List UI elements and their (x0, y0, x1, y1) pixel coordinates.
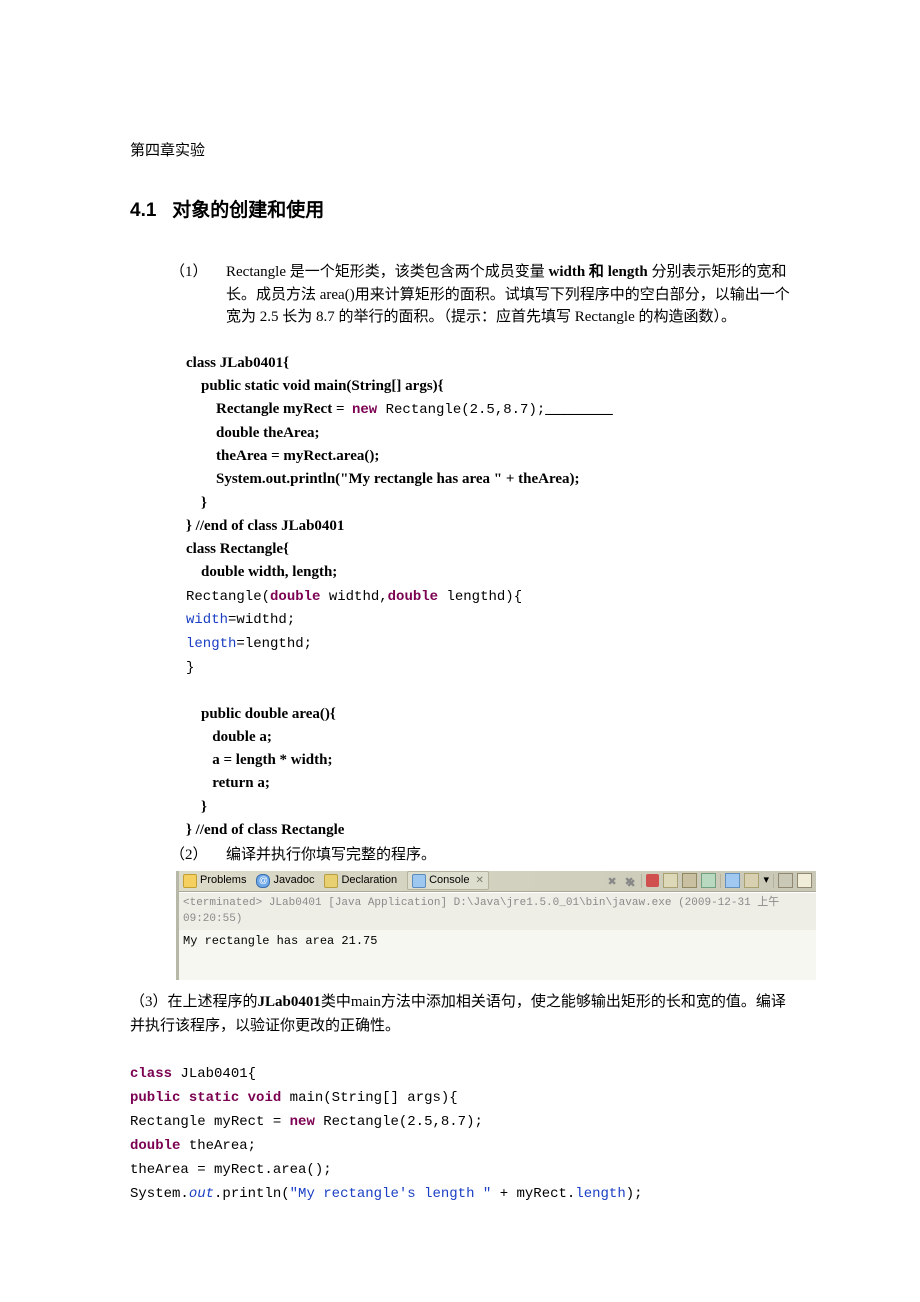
code-line: public double area(){ (186, 706, 336, 722)
question-2-number: （2） (170, 844, 226, 867)
code-line: System.out.println("My rectangle has are… (186, 471, 580, 487)
field-width: width (186, 612, 228, 628)
code-line: Rectangle myRect = (186, 401, 352, 417)
code-line: } (186, 799, 207, 815)
bold-length: length (608, 264, 648, 280)
tab-javadoc[interactable]: @ Javadoc (256, 872, 314, 889)
field-length: length (575, 1186, 625, 1202)
bold-classname: JLab0401 (258, 994, 321, 1010)
code-line: } //end of class Rectangle (186, 822, 344, 838)
static-out: out (189, 1186, 214, 1202)
code-line: class Rectangle{ (186, 541, 289, 557)
console-output: My rectangle has area 21.75 (179, 930, 816, 980)
console-toolbar: ✖ ✖✖ ▾ (607, 872, 812, 889)
pin-icon[interactable] (701, 873, 716, 888)
code-line: } //end of class JLab0401 (186, 518, 344, 534)
question-1: （1） Rectangle 是一个矩形类，该类包含两个成员变量 width 和 … (170, 261, 790, 329)
console-icon (412, 874, 426, 888)
console-process-info: <terminated> JLab0401 [Java Application]… (179, 892, 816, 930)
code-line: theArea = myRect.area(); (130, 1162, 332, 1178)
string-literal: "My rectangle's length " (290, 1186, 492, 1202)
separator-icon (641, 874, 642, 888)
open-console-icon[interactable] (744, 873, 759, 888)
remove-all-icon[interactable]: ✖✖ (624, 874, 637, 887)
console-tabbar: Problems @ Javadoc Declaration Console ✕… (179, 871, 816, 892)
tab-declaration[interactable]: Declaration (324, 872, 397, 889)
code-line: } (186, 660, 194, 676)
keyword-double: double (130, 1138, 180, 1154)
code-block-2: class JLab0401{ public static void main(… (130, 1038, 790, 1207)
declaration-icon (324, 874, 338, 888)
problems-icon (183, 874, 197, 888)
maximize-icon[interactable] (797, 873, 812, 888)
keyword-new: new (290, 1114, 315, 1130)
terminate-icon[interactable] (646, 874, 659, 887)
section-number: 4.1 (130, 200, 156, 221)
keyword-static: static (189, 1090, 239, 1106)
javadoc-icon: @ (256, 874, 270, 888)
question-1-body: Rectangle 是一个矩形类，该类包含两个成员变量 width 和 leng… (226, 261, 790, 329)
fill-blank: _________ (545, 401, 613, 417)
section-name: 对象的创建和使用 (172, 200, 324, 221)
question-2-text: 编译并执行你填写完整的程序。 (226, 844, 790, 867)
keyword-class: class (130, 1066, 172, 1082)
code-line: class JLab0401{ (186, 355, 289, 371)
document-page: 第四章实验 4.1 对象的创建和使用 （1） Rectangle 是一个矩形类，… (0, 0, 920, 1246)
q1-text: Rectangle 是一个矩形类，该类包含两个成员变量 width 和 leng… (226, 264, 790, 325)
code-block-1: class JLab0401{ public static void main(… (186, 329, 790, 843)
keyword-void: void (248, 1090, 282, 1106)
eclipse-console-panel: Problems @ Javadoc Declaration Console ✕… (176, 871, 816, 980)
code-line: public static void main(String[] args){ (186, 378, 444, 394)
code-line: } (186, 495, 207, 511)
section-title: 4.1 对象的创建和使用 (130, 197, 790, 226)
code-line: double width, length; (186, 564, 337, 580)
question-3: （3）在上述程序的JLab0401类中main方法中添加相关语句，使之能够输出矩… (130, 990, 790, 1038)
tab-problems[interactable]: Problems (183, 872, 246, 889)
minimize-icon[interactable] (778, 873, 793, 888)
display-selected-icon[interactable] (725, 873, 740, 888)
code-line: a = length * width; (186, 752, 332, 768)
code-line: theArea = myRect.area(); (186, 448, 379, 464)
remove-terminated-icon[interactable]: ✖ (607, 874, 620, 887)
close-icon[interactable]: ✕ (475, 873, 483, 888)
keyword-double: double (270, 589, 320, 605)
separator-icon (720, 874, 721, 888)
code-line: double theArea; (186, 425, 319, 441)
clear-icon[interactable] (663, 873, 678, 888)
field-length: length (186, 636, 236, 652)
question-2: （2） 编译并执行你填写完整的程序。 (170, 844, 790, 867)
keyword-double: double (388, 589, 438, 605)
keyword-public: public (130, 1090, 180, 1106)
scroll-lock-icon[interactable] (682, 873, 697, 888)
question-1-number: （1） (170, 261, 226, 329)
keyword-new: new (352, 402, 377, 418)
code-line: double a; (186, 729, 272, 745)
bold-width: width (548, 264, 585, 280)
code-line: return a; (186, 775, 270, 791)
chapter-subtitle: 第四章实验 (130, 140, 790, 163)
tab-console[interactable]: Console ✕ (407, 871, 489, 890)
separator-icon (773, 874, 774, 888)
